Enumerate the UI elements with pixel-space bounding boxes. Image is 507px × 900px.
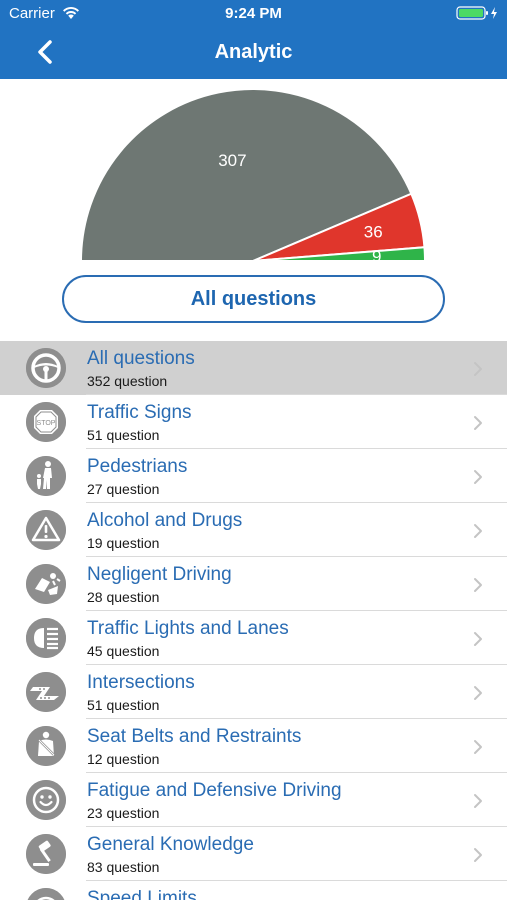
category-question-count: 12 question: [87, 751, 160, 767]
category-row-fatigue-and-defensive-driving[interactable]: Fatigue and Defensive Driving 23 question: [0, 773, 507, 827]
category-title: Traffic Lights and Lanes: [87, 618, 289, 639]
category-row-all-questions[interactable]: All questions 352 question: [0, 341, 507, 395]
category-row-general-knowledge[interactable]: General Knowledge 83 question: [0, 827, 507, 881]
pedestrian-icon: [26, 456, 66, 496]
category-question-count: 45 question: [87, 643, 160, 659]
svg-text:STOP: STOP: [37, 420, 56, 427]
category-question-count: 19 question: [87, 535, 160, 551]
category-title: General Knowledge: [87, 834, 254, 855]
category-question-count: 28 question: [87, 589, 160, 605]
chevron-right-icon: [474, 578, 482, 592]
intersection-icon: [26, 672, 66, 712]
category-question-count: 83 question: [87, 859, 160, 875]
chevron-right-icon: [474, 362, 482, 376]
category-title: Alcohol and Drugs: [87, 510, 243, 531]
chevron-right-icon: [474, 794, 482, 808]
category-title: Pedestrians: [87, 456, 188, 477]
category-title: All questions: [87, 348, 195, 369]
category-title: Traffic Signs: [87, 402, 192, 423]
header: Carrier 9:24 PM Analytic: [0, 0, 507, 79]
pie-slice-label-2: 9: [372, 247, 381, 266]
category-question-count: 51 question: [87, 697, 160, 713]
category-row-negligent-driving[interactable]: Negligent Driving 28 question: [0, 557, 507, 611]
chevron-right-icon: [474, 524, 482, 538]
category-row-seat-belts-and-restraints[interactable]: Seat Belts and Restraints 12 question: [0, 719, 507, 773]
page-title: Analytic: [214, 41, 293, 63]
seatbelt-icon: [26, 726, 66, 766]
status-bar: Carrier 9:24 PM: [0, 0, 507, 28]
pie-slice-label-1: 36: [364, 222, 383, 241]
headlight-icon: [26, 618, 66, 658]
results-chart: 307 36 9: [0, 79, 507, 269]
category-question-count: 352 question: [87, 373, 168, 389]
category-row-alcohol-and-drugs[interactable]: Alcohol and Drugs 19 question: [0, 503, 507, 557]
chevron-right-icon: [474, 848, 482, 862]
speedometer-icon: [26, 888, 66, 900]
chevron-right-icon: [474, 686, 482, 700]
category-list: All questions 352 question STOP Traffic Sig…: [0, 341, 507, 900]
category-title: Seat Belts and Restraints: [87, 726, 302, 747]
pie-slice-label-0: 307: [218, 151, 246, 170]
category-row-speed-limits[interactable]: Speed Limits: [0, 881, 507, 900]
results-pie-chart: 307 36 9: [79, 88, 427, 266]
all-questions-filter-button[interactable]: All questions: [62, 275, 445, 323]
crash-icon: [26, 564, 66, 604]
category-question-count: 51 question: [87, 427, 160, 443]
category-row-traffic-lights-and-lanes[interactable]: Traffic Lights and Lanes 45 question: [0, 611, 507, 665]
warning-icon: [26, 510, 66, 550]
category-row-intersections[interactable]: Intersections 51 question: [0, 665, 507, 719]
navigation-bar: Analytic: [0, 28, 507, 79]
category-row-pedestrians[interactable]: Pedestrians 27 question: [0, 449, 507, 503]
stop-sign-icon: STOP: [26, 402, 66, 442]
smiley-icon: [26, 780, 66, 820]
category-question-count: 27 question: [87, 481, 160, 497]
chevron-right-icon: [474, 740, 482, 754]
category-row-traffic-signs[interactable]: STOP Traffic Signs 51 question: [0, 395, 507, 449]
category-question-count: 23 question: [87, 805, 160, 821]
battery-icon: [456, 6, 497, 20]
chevron-right-icon: [474, 632, 482, 646]
category-title: Fatigue and Defensive Driving: [87, 780, 342, 801]
steering-wheel-icon: [26, 348, 66, 388]
category-title: Speed Limits: [87, 888, 197, 900]
category-title: Negligent Driving: [87, 564, 232, 585]
gavel-icon: [26, 834, 66, 874]
chevron-right-icon: [474, 470, 482, 484]
chevron-right-icon: [474, 416, 482, 430]
status-time: 9:24 PM: [225, 5, 282, 22]
analytic-screen: Carrier 9:24 PM Analytic 307 36 9 All qu…: [0, 0, 507, 900]
category-title: Intersections: [87, 672, 195, 693]
